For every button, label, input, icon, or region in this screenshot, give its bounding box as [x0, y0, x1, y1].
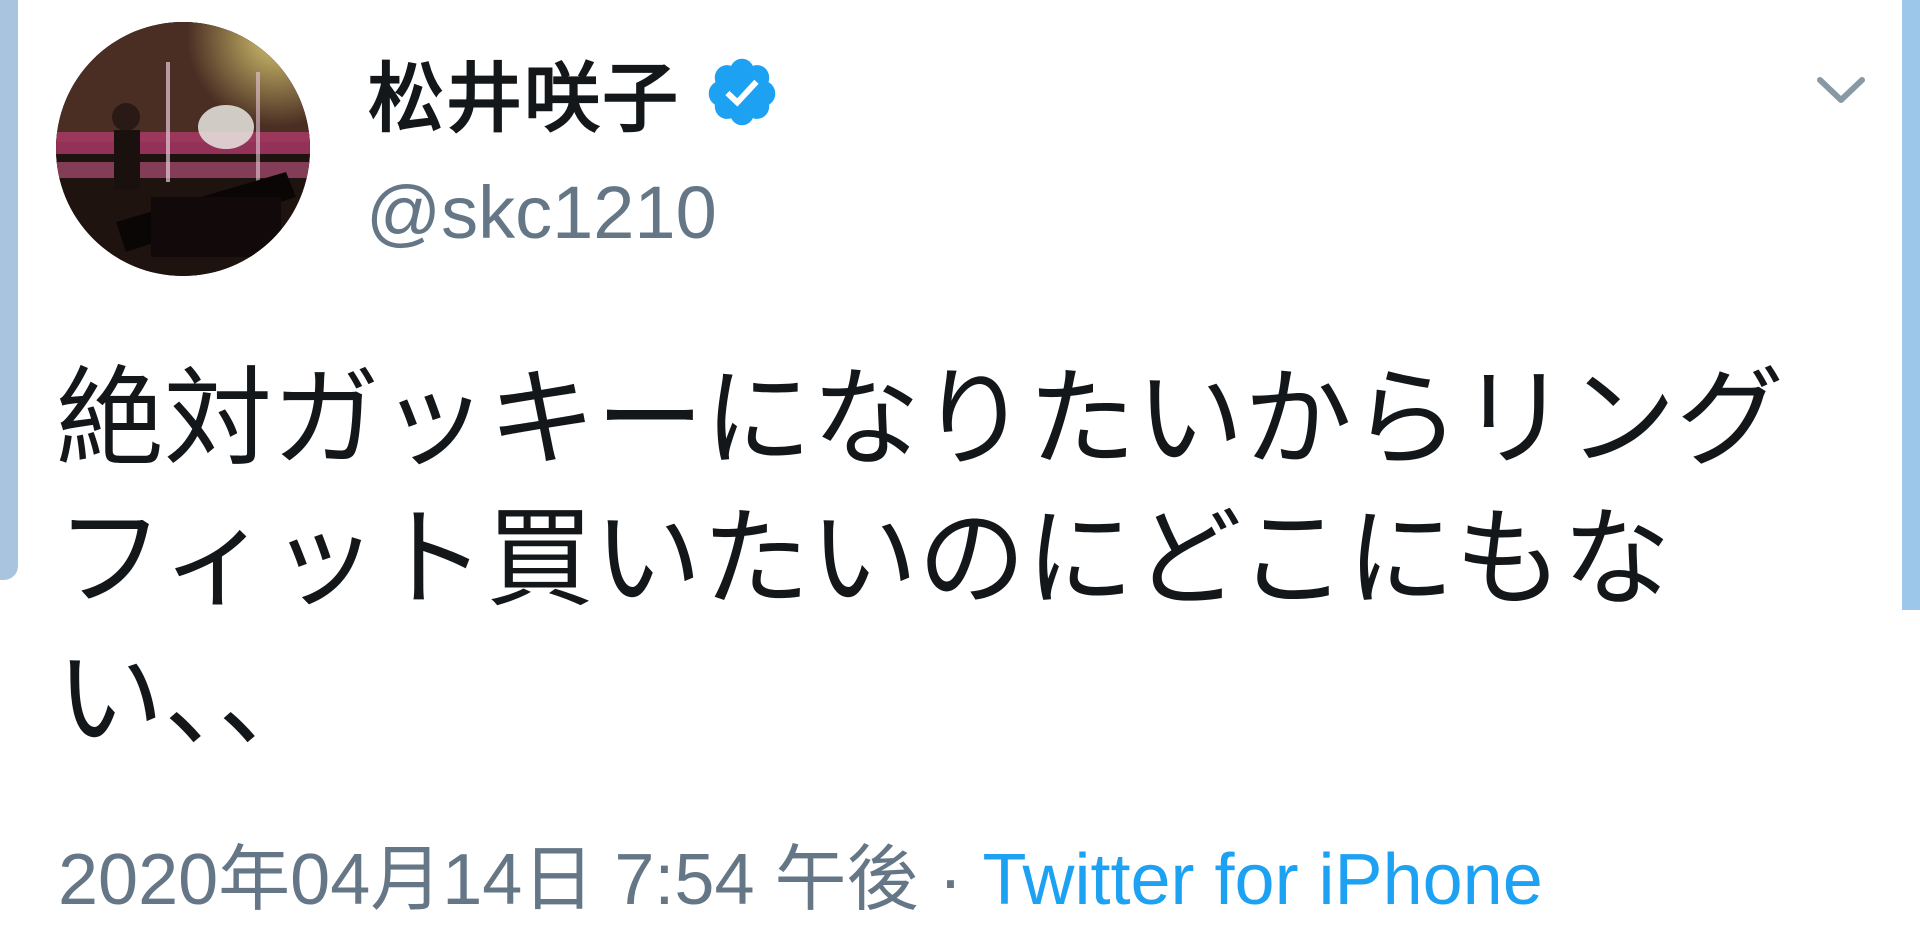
tweet-screenshot: 松井咲子 @skc1210 絶対ガッキーになりたいからリングフィット買いたいのに… — [0, 0, 1920, 929]
user-handle[interactable]: @skc1210 — [366, 170, 717, 255]
display-name[interactable]: 松井咲子 — [368, 37, 680, 147]
avatar[interactable] — [56, 22, 310, 276]
meta-separator: · — [918, 840, 983, 920]
verified-badge-icon — [708, 58, 776, 126]
background-card-left-edge — [0, 0, 18, 580]
display-name-row: 松井咲子 — [368, 42, 780, 143]
chevron-down-icon[interactable] — [1814, 70, 1868, 110]
tweet-source-link[interactable]: Twitter for iPhone — [982, 840, 1542, 920]
tweet-text: 絶対ガッキーになりたいからリングフィット買いたいのにどこにもない、、 — [56, 357, 1785, 762]
tweet-timestamp[interactable]: 2020年04月14日 7:54 午後 — [58, 840, 919, 920]
background-card-right-edge — [1902, 0, 1920, 610]
tweet-meta: 2020年04月14日 7:54 午後 · Twitter for iPhone — [58, 820, 1543, 925]
avatar-image — [56, 22, 310, 276]
